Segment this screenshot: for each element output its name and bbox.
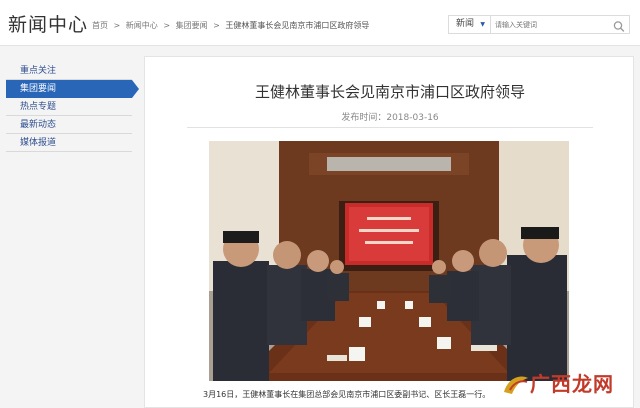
search-box: 新闻 ▼ — [448, 15, 630, 34]
dragon-logo-icon — [504, 376, 528, 394]
breadcrumb-separator: > — [163, 21, 171, 30]
article-caption: 3月16日，王健林董事长在集团总部会见南京市浦口区委副书记、区长王磊一行。 — [203, 390, 491, 399]
meeting-photo — [209, 141, 569, 381]
search-input[interactable] — [495, 18, 607, 31]
sidebar-item-media[interactable]: 媒体报道 — [6, 134, 132, 152]
sidebar-item-hot-topics[interactable]: 热点专题 — [6, 98, 132, 116]
search-scope-label: 新闻 — [456, 19, 475, 29]
publish-info: 发布时间：2018-03-16 — [145, 110, 635, 123]
article-photo — [209, 141, 569, 381]
search-icon — [613, 21, 625, 32]
chevron-down-icon: ▼ — [480, 21, 485, 28]
publish-label: 发布时间： — [341, 113, 387, 123]
article-panel: 王健林董事长会见南京市浦口区政府领导 发布时间：2018-03-16 3月16日… — [144, 56, 634, 408]
sidebar-item-focus[interactable]: 重点关注 — [6, 62, 132, 80]
sidebar: 重点关注 集团要闻 热点专题 最新动态 媒体报道 — [6, 62, 139, 152]
breadcrumb-separator: > — [113, 21, 121, 30]
page: 新闻中心 首页 > 新闻中心 > 集团要闻 > 王健林董事长会见南京市浦口区政府… — [0, 0, 640, 408]
breadcrumb-current: 王健林董事长会见南京市浦口区政府领导 — [225, 21, 370, 30]
article-title: 王健林董事长会见南京市浦口区政府领导 — [254, 83, 525, 101]
breadcrumb-news-center[interactable]: 新闻中心 — [126, 21, 158, 30]
search-scope-select[interactable]: 新闻 ▼ — [449, 16, 491, 33]
breadcrumb: 首页 > 新闻中心 > 集团要闻 > 王健林董事长会见南京市浦口区政府领导 — [92, 20, 372, 31]
breadcrumb-separator: > — [213, 21, 220, 30]
watermark: 广西龙网 — [500, 364, 640, 408]
breadcrumb-group-news[interactable]: 集团要闻 — [176, 21, 208, 30]
divider — [187, 127, 593, 128]
sidebar-item-group-news[interactable]: 集团要闻 — [6, 80, 139, 98]
sidebar-item-latest[interactable]: 最新动态 — [6, 116, 132, 134]
breadcrumb-home[interactable]: 首页 — [92, 21, 108, 30]
search-button[interactable] — [612, 18, 626, 32]
watermark-text: 广西龙网 — [530, 372, 614, 396]
header: 新闻中心 首页 > 新闻中心 > 集团要闻 > 王健林董事长会见南京市浦口区政府… — [0, 0, 640, 46]
site-title: 新闻中心 — [8, 14, 89, 36]
publish-date: 2018-03-16 — [386, 113, 439, 123]
